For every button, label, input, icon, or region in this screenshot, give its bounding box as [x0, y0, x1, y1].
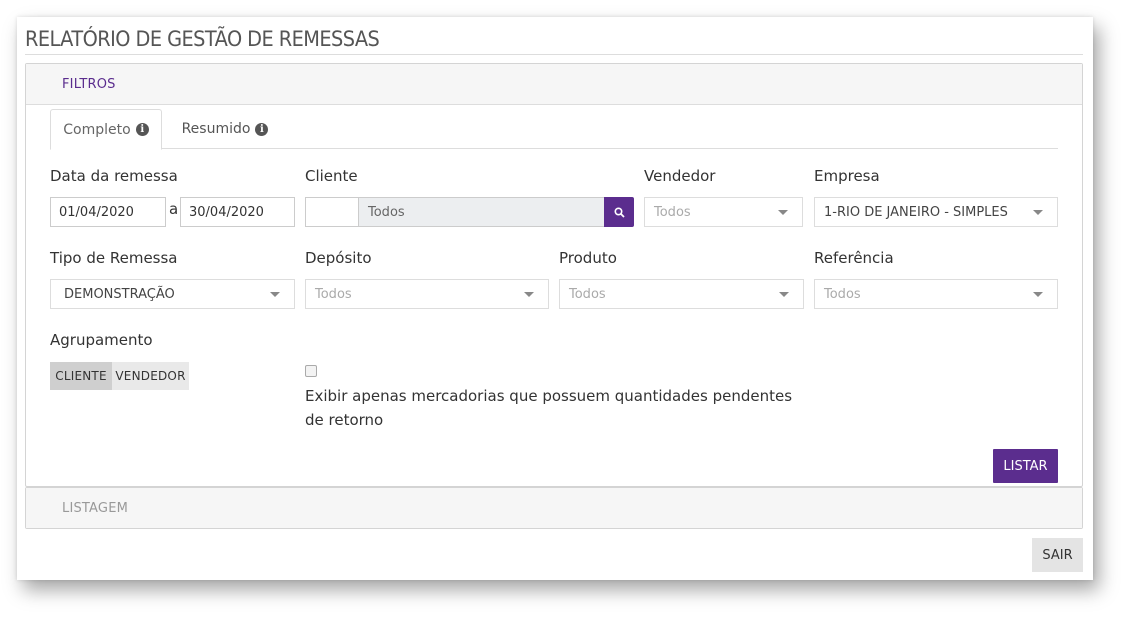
agrupamento-label: Agrupamento	[50, 331, 153, 349]
date-from-input[interactable]: 01/04/2020	[50, 197, 166, 227]
empresa-label: Empresa	[814, 167, 880, 185]
tab-bar: Completo i Resumido i	[50, 109, 1058, 150]
data-remessa-label: Data da remessa	[50, 167, 178, 185]
pendentes-checkbox-label: Exibir apenas mercadorias que possuem qu…	[305, 387, 793, 429]
filters-panel-header[interactable]: FILTROS	[26, 64, 1082, 105]
chevron-down-icon	[270, 292, 280, 297]
vendedor-select[interactable]: Todos	[644, 197, 803, 227]
referencia-select[interactable]: Todos	[814, 279, 1058, 309]
chevron-down-icon	[779, 292, 789, 297]
referencia-select-value: Todos	[824, 286, 861, 302]
date-to-input[interactable]: 30/04/2020	[180, 197, 295, 227]
deposito-select-value: Todos	[315, 286, 352, 302]
tab-resumido[interactable]: Resumido i	[170, 109, 280, 149]
vendedor-label: Vendedor	[644, 167, 716, 185]
tipo-remessa-select-value: DEMONSTRAÇÃO	[64, 286, 175, 302]
chevron-down-icon	[524, 292, 534, 297]
empresa-select[interactable]: 1-RIO DE JANEIRO - SIMPLES	[814, 197, 1058, 227]
listing-panel-header[interactable]: LISTAGEM	[26, 488, 1082, 528]
chevron-down-icon	[1033, 292, 1043, 297]
produto-select[interactable]: Todos	[559, 279, 804, 309]
tipo-remessa-select[interactable]: DEMONSTRAÇÃO	[50, 279, 295, 309]
produto-label: Produto	[559, 249, 617, 267]
title-divider	[25, 54, 1083, 55]
deposito-label: Depósito	[305, 249, 372, 267]
report-window: RELATÓRIO DE GESTÃO DE REMESSAS FILTROS …	[17, 17, 1093, 580]
sair-button[interactable]: SAIR	[1032, 538, 1083, 572]
info-icon: i	[135, 123, 149, 136]
referencia-label: Referência	[814, 249, 894, 267]
chevron-down-icon	[1033, 210, 1043, 215]
listing-panel: LISTAGEM	[25, 487, 1083, 529]
produto-select-value: Todos	[569, 286, 606, 302]
tab-completo-label: Completo	[63, 121, 131, 138]
client-name-field: Todos	[359, 197, 605, 227]
info-icon: i	[255, 122, 269, 136]
vendedor-select-value: Todos	[654, 204, 691, 220]
deposito-select[interactable]: Todos	[305, 279, 549, 309]
tipo-remessa-label: Tipo de Remessa	[50, 249, 178, 267]
group-vendedor-button[interactable]: VENDEDOR	[112, 362, 189, 390]
pendentes-checkbox[interactable]	[305, 365, 317, 377]
group-cliente-button[interactable]: CLIENTE	[50, 362, 112, 390]
date-range-separator: a	[169, 200, 179, 218]
client-code-input[interactable]	[305, 197, 359, 227]
search-icon	[613, 206, 625, 218]
listar-button[interactable]: LISTAR	[993, 449, 1058, 483]
page-title: RELATÓRIO DE GESTÃO DE REMESSAS	[25, 27, 380, 51]
cliente-label: Cliente	[305, 167, 358, 185]
client-search-button[interactable]	[604, 197, 634, 227]
chevron-down-icon	[778, 210, 788, 215]
empresa-select-value: 1-RIO DE JANEIRO - SIMPLES	[824, 204, 1008, 220]
tab-completo[interactable]: Completo i	[50, 109, 162, 150]
filters-panel: FILTROS Completo i Resumido i Data da re…	[25, 63, 1083, 487]
tab-resumido-label: Resumido	[181, 121, 251, 137]
